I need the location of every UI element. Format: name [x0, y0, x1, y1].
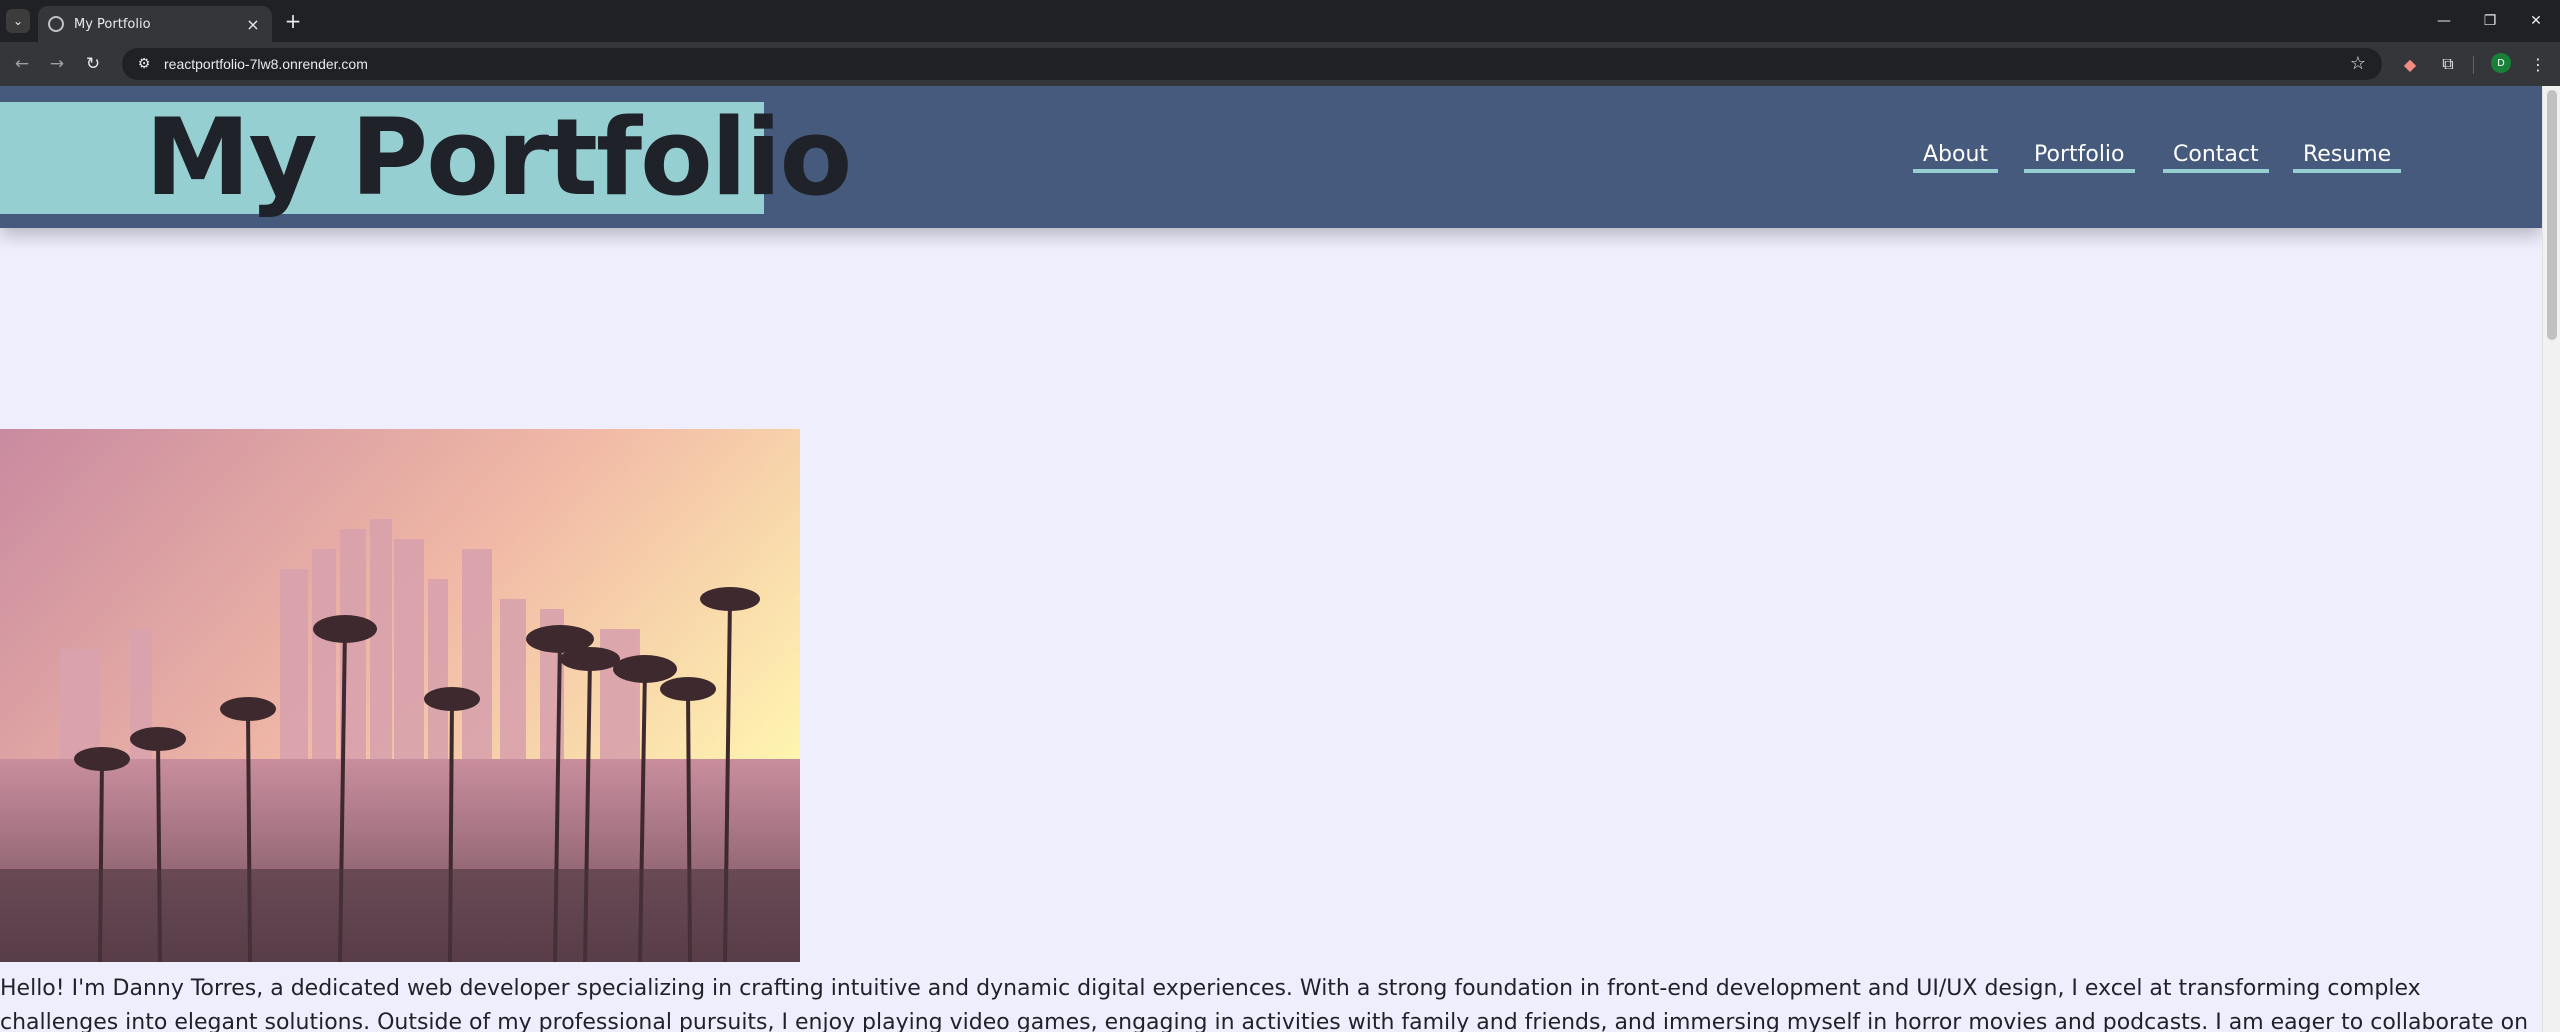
- tab-title: My Portfolio: [74, 16, 151, 32]
- url-text[interactable]: reactportfolio-7lw8.onrender.com: [164, 56, 368, 72]
- address-bar[interactable]: ⚙ reactportfolio-7lw8.onrender.com ☆: [122, 48, 2382, 80]
- browser-tab-bar: ⌄ My Portfolio × + — ❐ ✕: [0, 0, 2560, 42]
- nav-link-resume[interactable]: Resume: [2293, 142, 2402, 173]
- globe-icon: [48, 16, 64, 32]
- page-viewport: My Portfolio About Portfolio Contact Res…: [0, 86, 2560, 1032]
- browser-tab[interactable]: My Portfolio ×: [38, 6, 272, 42]
- scrollbar-thumb[interactable]: [2547, 90, 2557, 340]
- new-tab-button[interactable]: +: [280, 8, 306, 34]
- reload-icon[interactable]: ↻: [79, 50, 107, 78]
- site-header: My Portfolio About Portfolio Contact Res…: [0, 86, 2542, 228]
- forward-icon[interactable]: →: [43, 50, 71, 78]
- profile-avatar[interactable]: D: [2491, 53, 2511, 73]
- page-scrollbar[interactable]: [2542, 86, 2560, 1032]
- site-logo: My Portfolio: [145, 96, 852, 219]
- minimize-icon[interactable]: —: [2424, 6, 2464, 36]
- extension-icon[interactable]: ◆: [2396, 50, 2424, 78]
- browser-toolbar: ← → ↻ ⚙ reactportfolio-7lw8.onrender.com…: [0, 42, 2560, 86]
- restore-icon[interactable]: ❐: [2470, 6, 2510, 36]
- toolbar-divider: [2473, 56, 2474, 74]
- bookmark-star-icon[interactable]: ☆: [2350, 53, 2366, 74]
- nav-link-portfolio[interactable]: Portfolio: [2024, 142, 2135, 173]
- hero-image: [0, 429, 800, 962]
- nav-link-about[interactable]: About: [1913, 142, 1999, 173]
- tab-search-icon[interactable]: ⌄: [6, 9, 30, 33]
- nav-link-contact[interactable]: Contact: [2163, 142, 2269, 173]
- logo-box: My Portfolio: [0, 96, 852, 219]
- close-tab-icon[interactable]: ×: [244, 15, 262, 34]
- bio-text: Hello! I'm Danny Torres, a dedicated web…: [0, 976, 2529, 1032]
- site-info-icon[interactable]: ⚙: [136, 56, 152, 72]
- back-icon[interactable]: ←: [8, 50, 36, 78]
- close-window-icon[interactable]: ✕: [2516, 6, 2556, 36]
- extensions-puzzle-icon[interactable]: ⧉: [2434, 50, 2462, 78]
- menu-dots-icon[interactable]: ⋮: [2524, 50, 2552, 78]
